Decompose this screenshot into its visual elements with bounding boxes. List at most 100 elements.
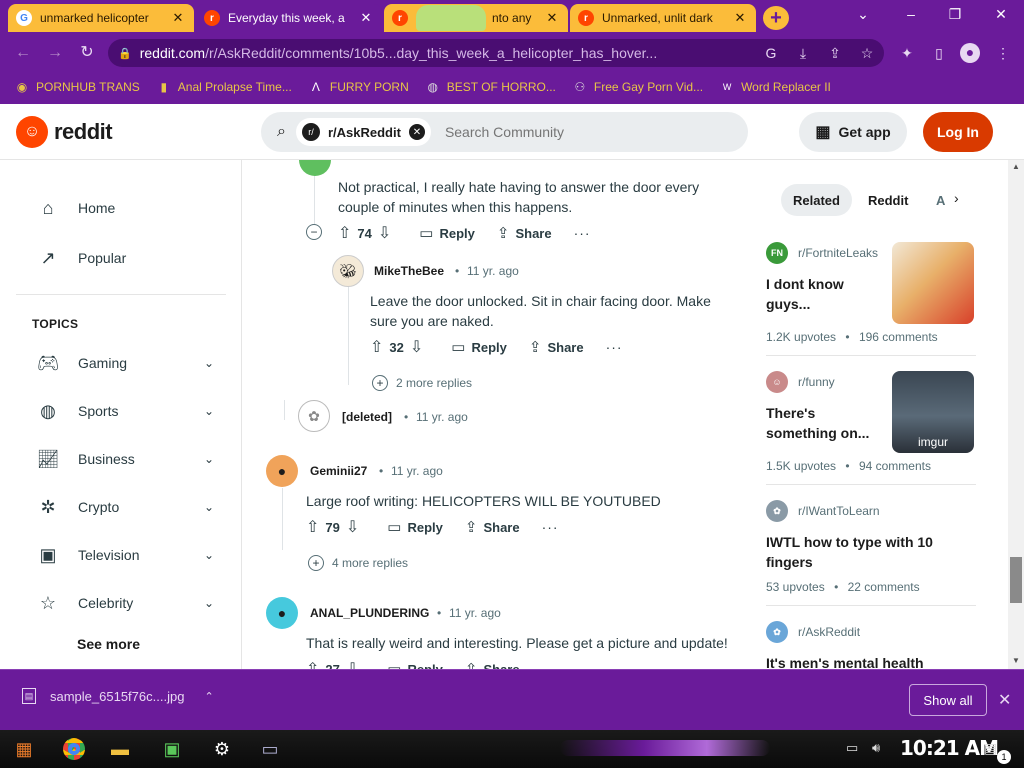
close-icon[interactable]: ✕	[732, 10, 748, 26]
scrollbar-thumb[interactable]	[1010, 557, 1022, 603]
reply-button[interactable]: ▭ Reply	[387, 518, 443, 536]
reddit-logo[interactable]: ☺ reddit	[16, 116, 113, 148]
upvote-icon[interactable]: ⇧	[370, 337, 383, 357]
comment-author[interactable]: Geminii27	[310, 464, 367, 478]
page-scrollbar[interactable]: ▲ ▼	[1008, 160, 1024, 669]
download-item[interactable]: ▤ sample_6515f76c....jpg ⌃	[22, 688, 214, 704]
forward-icon[interactable]: →	[44, 42, 66, 64]
tab-related[interactable]: Related	[781, 184, 852, 216]
tab-reddit[interactable]: Reddit	[856, 184, 920, 216]
close-icon[interactable]: ✕	[170, 10, 186, 26]
post-thumbnail[interactable]: imgur	[892, 371, 974, 453]
share-button[interactable]: ⇪ Share	[465, 660, 520, 669]
related-post[interactable]: FN r/FortniteLeaks I dont know guys... 1…	[766, 242, 976, 352]
collapse-thread-icon[interactable]: −	[306, 224, 322, 240]
scroll-up-icon[interactable]: ▲	[1012, 162, 1020, 171]
bookmark-2[interactable]: ▮ Anal Prolapse Time...	[156, 79, 291, 95]
comment-author[interactable]: ANAL_PLUNDERING	[310, 606, 429, 620]
profile-icon[interactable]: ●	[960, 43, 980, 63]
share-button[interactable]: ⇪ Share	[529, 338, 584, 356]
upvote-icon[interactable]: ⇧	[306, 659, 319, 669]
network-icon[interactable]: ▭	[846, 740, 858, 756]
related-post-title[interactable]: It's men's mental health	[766, 653, 976, 669]
bookmark-6[interactable]: W Word Replacer II	[719, 79, 831, 95]
related-post-title[interactable]: There's something on...	[766, 403, 869, 443]
app-icon[interactable]: ▣	[156, 734, 188, 764]
sidebar-item-celebrity[interactable]: ☆ Celebrity ⌄	[16, 583, 228, 623]
see-more-button[interactable]: See more	[77, 636, 140, 652]
downvote-icon[interactable]: ⇩	[346, 517, 359, 537]
sidebar-item-home[interactable]: ⌂ Home	[16, 188, 228, 228]
related-post-sub[interactable]: ✿ r/IWantToLearn	[766, 500, 880, 522]
downvote-icon[interactable]: ⇩	[378, 223, 391, 243]
notifications-icon[interactable]: ▤	[984, 740, 997, 757]
get-app-button[interactable]: ▦ Get app	[799, 112, 907, 152]
scroll-down-icon[interactable]: ▼	[1012, 656, 1020, 665]
settings-gear-icon[interactable]: ⚙	[206, 734, 238, 764]
related-post-sub[interactable]: ✿ r/AskReddit	[766, 621, 860, 643]
more-options-icon[interactable]: ···	[542, 519, 559, 535]
clear-chip-icon[interactable]: ✕	[408, 124, 425, 140]
new-tab-button[interactable]: +	[763, 6, 789, 30]
sidebar-item-gaming[interactable]: 🎮︎ Gaming ⌄	[16, 343, 228, 383]
avatar[interactable]	[299, 160, 331, 176]
related-post[interactable]: ✿ r/AskReddit It's men's mental health	[766, 621, 976, 669]
related-post[interactable]: ✿ r/IWantToLearn IWTL how to type with 1…	[766, 500, 976, 600]
bookmark-star-icon[interactable]: ☆	[858, 44, 876, 62]
related-post-title[interactable]: I dont know guys...	[766, 274, 844, 314]
more-replies-button[interactable]: + 4 more replies	[308, 555, 408, 571]
chevron-right-icon[interactable]: ›	[954, 190, 959, 206]
avatar[interactable]: ●	[266, 597, 298, 629]
related-post-title[interactable]: IWTL how to type with 10 fingers	[766, 532, 976, 572]
more-options-icon[interactable]: ···	[574, 225, 591, 241]
subreddit-chip[interactable]: r/ r/AskReddit ✕	[295, 118, 431, 146]
share-icon[interactable]: ⇪	[826, 44, 844, 62]
sidebar-item-television[interactable]: ▣ Television ⌄	[16, 535, 228, 575]
menu-kebab-icon[interactable]: ⋮	[994, 44, 1012, 62]
sidebar-item-crypto[interactable]: ✲ Crypto ⌄	[16, 487, 228, 527]
close-icon[interactable]: ✕	[998, 690, 1011, 710]
show-all-button[interactable]: Show all	[909, 684, 987, 716]
upvote-icon[interactable]: ⇧	[306, 517, 319, 537]
browser-tab-4[interactable]: r Unmarked, unlit dark ✕	[570, 4, 756, 32]
bookmark-1[interactable]: ◉ PORNHUB TRANS	[14, 79, 140, 95]
related-post-sub[interactable]: ☺ r/funny	[766, 371, 835, 393]
login-button[interactable]: Log In	[923, 112, 993, 152]
reply-button[interactable]: ▭ Reply	[451, 338, 507, 356]
chrome-icon[interactable]	[58, 734, 90, 764]
browser-tab-1[interactable]: G unmarked helicopter ✕	[8, 4, 194, 32]
reload-icon[interactable]: ↻	[76, 42, 98, 64]
sidebar-item-business[interactable]: 📈︎ Business ⌄	[16, 439, 228, 479]
related-post[interactable]: ☺ r/funny There's something on... 1.5K u…	[766, 371, 976, 481]
downvote-icon[interactable]: ⇩	[346, 659, 359, 669]
restore-icon[interactable]: ❐	[940, 6, 970, 23]
app-window-icon[interactable]: ▭	[254, 734, 286, 764]
google-lens-icon[interactable]: G	[762, 44, 780, 62]
bookmark-3[interactable]: Λ FURRY PORN	[308, 79, 409, 95]
file-explorer-icon[interactable]: ▬	[104, 734, 136, 764]
install-icon[interactable]: ⤓	[794, 44, 812, 62]
avatar[interactable]: ●	[266, 455, 298, 487]
comment-author[interactable]: MikeTheBee	[374, 264, 444, 278]
downvote-icon[interactable]: ⇩	[410, 337, 423, 357]
chevron-up-icon[interactable]: ⌃	[204, 690, 213, 703]
more-replies-button[interactable]: + 2 more replies	[372, 375, 472, 391]
share-button[interactable]: ⇪ Share	[465, 518, 520, 536]
reply-button[interactable]: ▭ Reply	[387, 660, 443, 669]
browser-tab-3[interactable]: r nto any ✕	[384, 4, 568, 32]
share-button[interactable]: ⇪ Share	[497, 224, 552, 242]
side-panel-icon[interactable]: ▯	[930, 44, 948, 62]
reply-button[interactable]: ▭ Reply	[419, 224, 475, 242]
tab-search-icon[interactable]: ⌄	[848, 6, 878, 23]
search-input[interactable]	[444, 124, 685, 140]
more-options-icon[interactable]: ···	[606, 339, 623, 355]
post-thumbnail[interactable]	[892, 242, 974, 324]
extensions-icon[interactable]: ✦	[898, 44, 916, 62]
close-icon[interactable]: ✕	[358, 10, 374, 26]
window-close-icon[interactable]: ✕	[986, 6, 1016, 23]
bookmark-5[interactable]: ⚇ Free Gay Porn Vid...	[572, 79, 704, 95]
sidebar-item-popular[interactable]: ↗ Popular	[16, 238, 228, 278]
avatar[interactable]: 🐝︎	[332, 255, 364, 287]
start-icon[interactable]: ▦	[8, 734, 40, 764]
back-icon[interactable]: ←	[12, 42, 34, 64]
